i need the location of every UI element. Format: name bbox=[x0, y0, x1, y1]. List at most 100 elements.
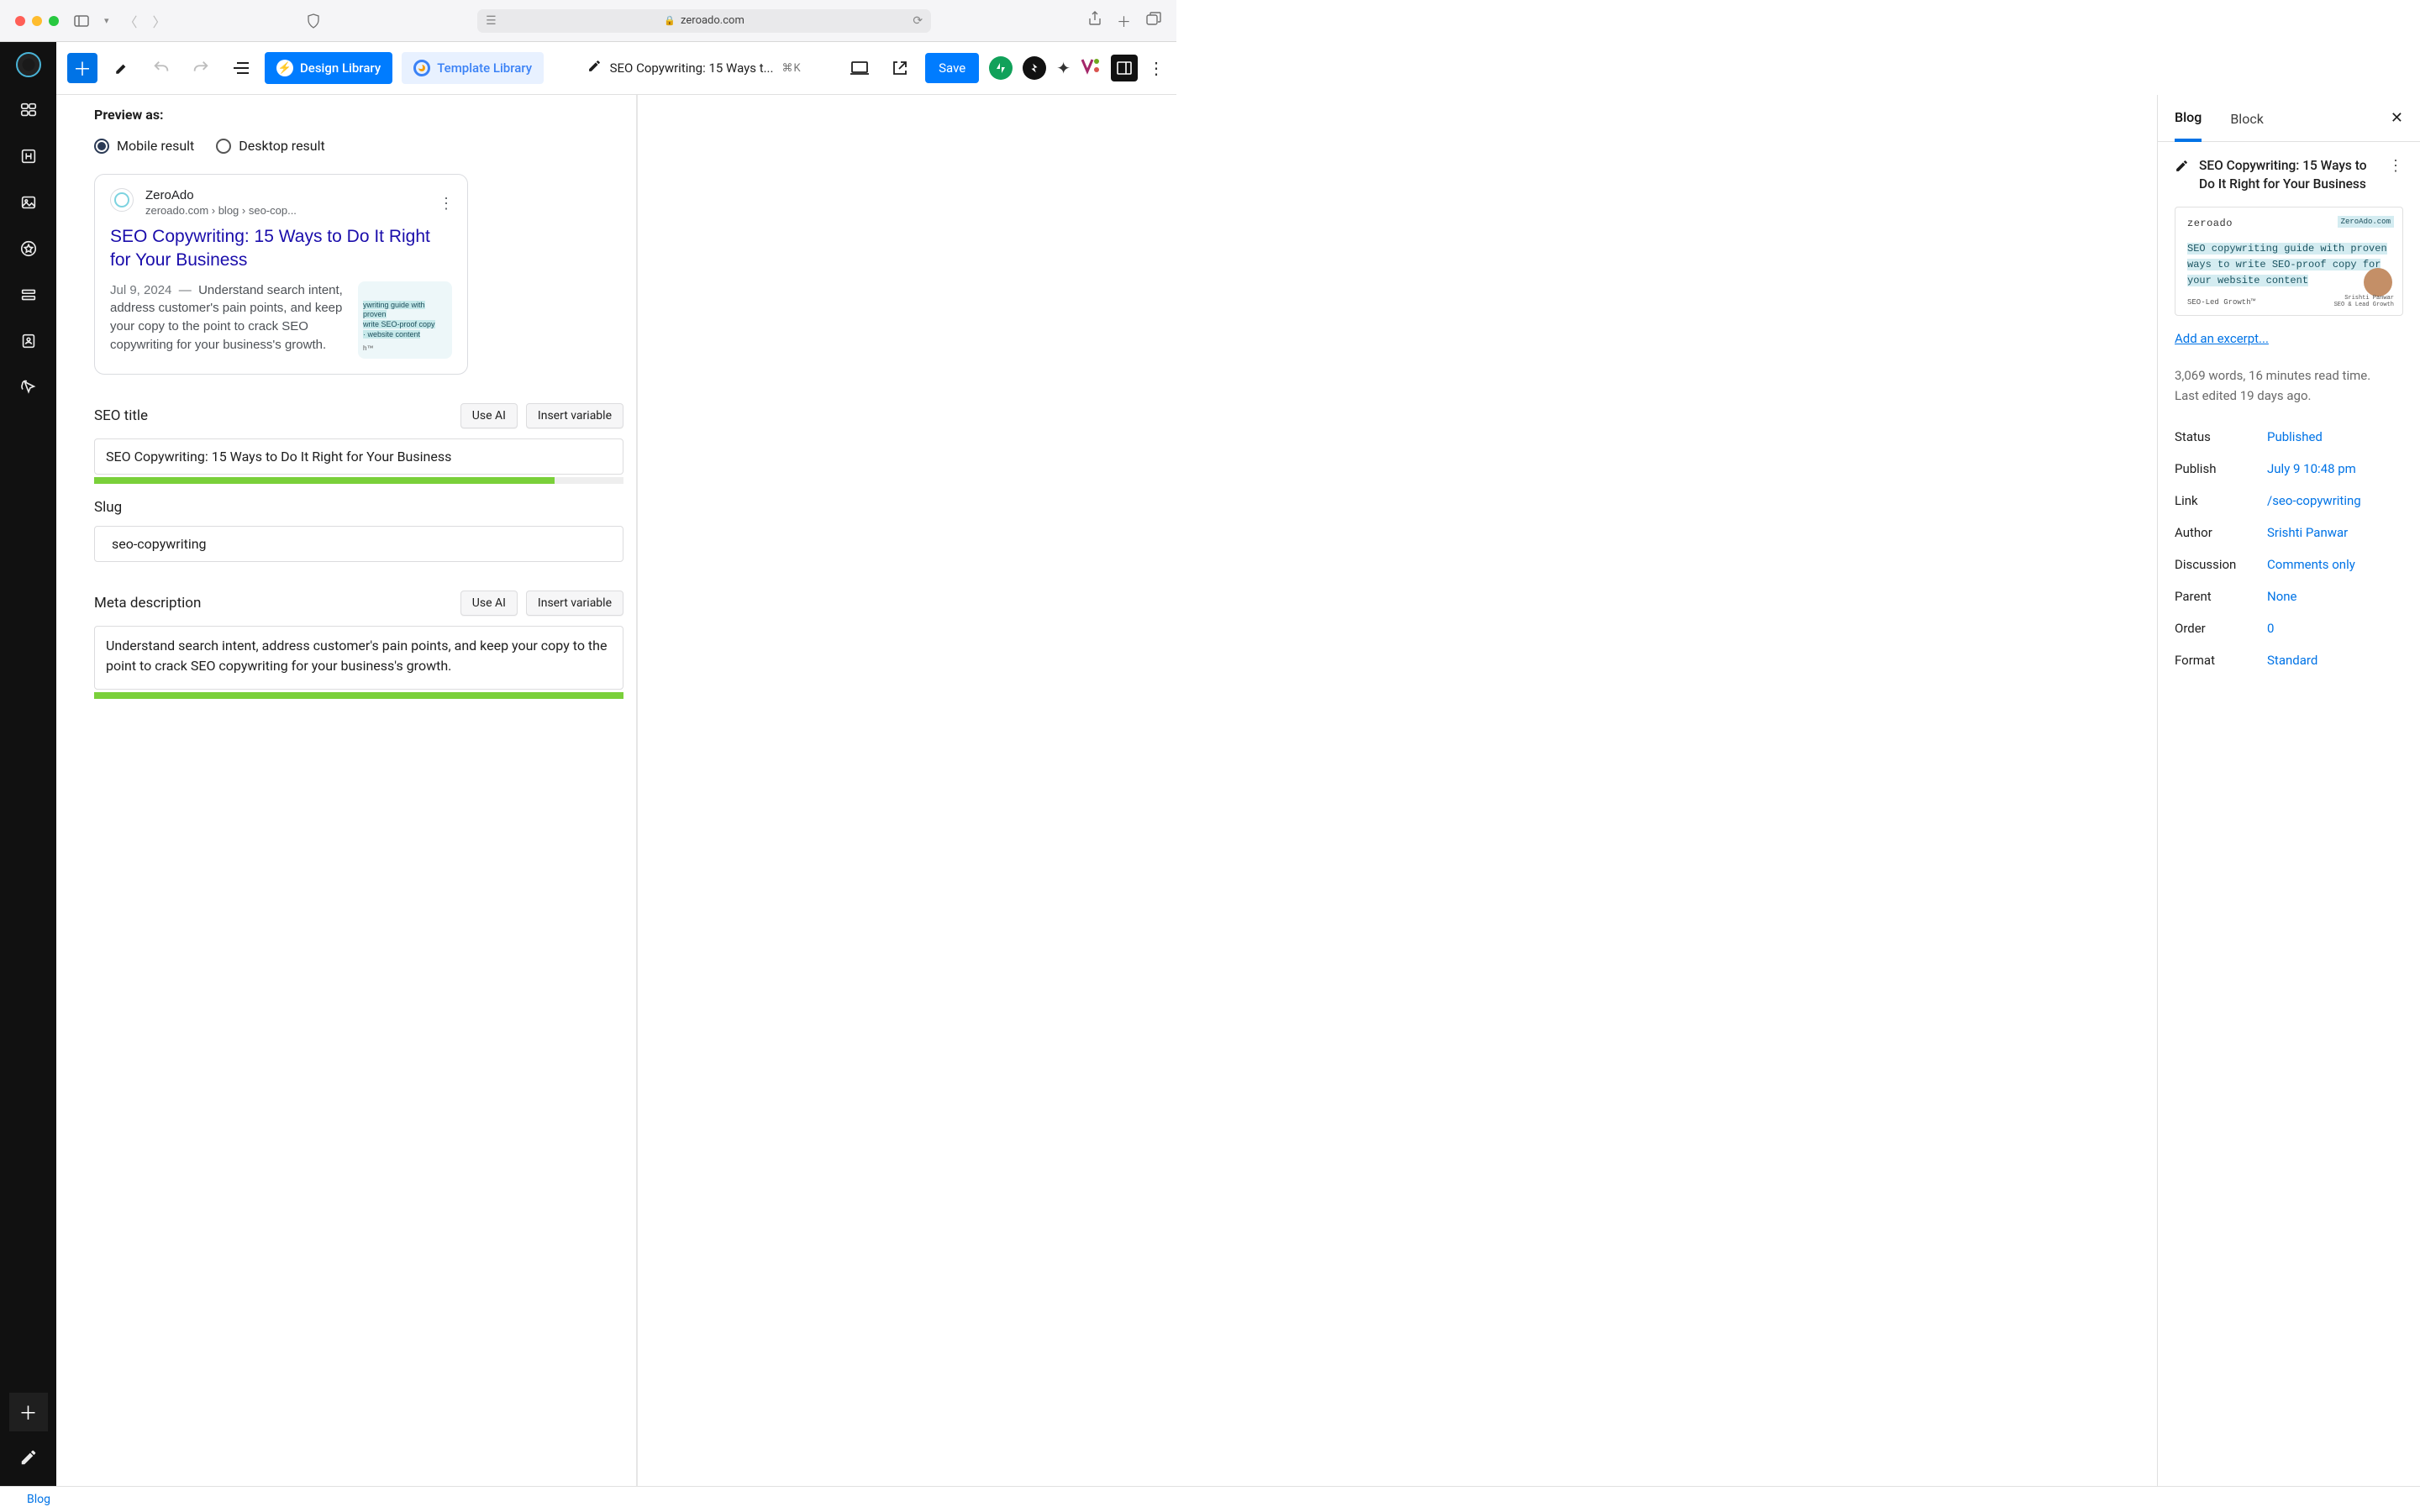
template-library-label: Template Library bbox=[437, 60, 532, 76]
meta-insert-variable-button[interactable]: Insert variable bbox=[526, 591, 623, 616]
desktop-preview-icon[interactable] bbox=[844, 53, 875, 83]
yoast-icon[interactable] bbox=[1081, 58, 1101, 79]
shield-icon[interactable] bbox=[307, 13, 320, 29]
reader-icon[interactable]: ☰ bbox=[486, 14, 497, 28]
tab-blog[interactable]: Blog bbox=[2175, 94, 2202, 142]
more-options-icon[interactable]: ⋮ bbox=[1148, 58, 1165, 78]
chevron-down-icon[interactable]: ▾ bbox=[104, 15, 109, 26]
window-minimize[interactable] bbox=[32, 16, 42, 26]
sidebar-post-actions-icon[interactable]: ⋮ bbox=[2388, 157, 2403, 175]
featured-tag: ZeroAdo.com bbox=[2338, 216, 2394, 228]
tab-block[interactable]: Block bbox=[2230, 96, 2263, 140]
template-library-button[interactable]: Template Library bbox=[402, 52, 544, 84]
link-key: Link bbox=[2175, 493, 2259, 508]
seo-title-progress bbox=[94, 477, 623, 484]
design-library-label: Design Library bbox=[300, 60, 381, 76]
redo-icon[interactable] bbox=[186, 53, 216, 83]
publish-value[interactable]: July 9 10:48 pm bbox=[2267, 461, 2403, 476]
sidebar-post-title: SEO Copywriting: 15 Ways to Do It Right … bbox=[2199, 157, 2378, 193]
meta-desc-progress-fill bbox=[94, 692, 623, 699]
slug-label: Slug bbox=[94, 499, 674, 516]
window-maximize[interactable] bbox=[49, 16, 59, 26]
serp-favicon-icon bbox=[110, 188, 134, 212]
document-title[interactable]: SEO Copywriting: 15 Ways t... ⌘K bbox=[553, 59, 835, 77]
outline-icon[interactable] bbox=[225, 53, 255, 83]
rail-edit-icon[interactable] bbox=[19, 1448, 38, 1471]
sidebar-close-icon[interactable]: ✕ bbox=[2391, 109, 2403, 127]
external-link-icon[interactable] bbox=[885, 53, 915, 83]
seo-title-insert-variable-button[interactable]: Insert variable bbox=[526, 403, 623, 428]
slug-input[interactable]: seo-copywriting bbox=[94, 526, 623, 562]
add-excerpt-link[interactable]: Add an excerpt... bbox=[2175, 331, 2269, 346]
rail-image-icon[interactable] bbox=[19, 193, 38, 216]
featured-image-preview[interactable]: zeroado ZeroAdo.com SEO copywriting guid… bbox=[2175, 207, 2403, 316]
preview-as-label: Preview as: bbox=[94, 107, 674, 123]
share-icon[interactable] bbox=[1088, 11, 1102, 30]
new-tab-icon[interactable]: ＋ bbox=[1117, 10, 1131, 31]
sidebar-toggle-icon[interactable] bbox=[74, 15, 89, 27]
serp-title: SEO Copywriting: 15 Ways to Do It Right … bbox=[110, 225, 452, 273]
address-bar[interactable]: ☰ 🔒 zeroado.com ⟳ bbox=[477, 9, 931, 33]
status-value[interactable]: Published bbox=[2267, 429, 2403, 444]
sidebar-tabs: Blog Block ✕ bbox=[2158, 95, 2420, 142]
save-button[interactable]: Save bbox=[925, 53, 979, 83]
rail-form-icon[interactable] bbox=[19, 286, 38, 308]
serp-url-breadcrumb: zeroado.com › blog › seo-cop... bbox=[145, 204, 297, 217]
desktop-result-label: Desktop result bbox=[239, 138, 324, 154]
serp-description: Jul 9, 2024 — Understand search intent, … bbox=[110, 281, 346, 359]
design-library-button[interactable]: ⚡ Design Library bbox=[265, 52, 392, 84]
undo-icon[interactable] bbox=[146, 53, 176, 83]
admin-rail: ＋ bbox=[0, 42, 56, 1486]
edit-mode-icon[interactable] bbox=[107, 53, 137, 83]
serp-more-icon[interactable]: ⋮ bbox=[439, 195, 454, 213]
lock-icon: 🔒 bbox=[664, 15, 676, 26]
rail-star-icon[interactable] bbox=[19, 239, 38, 262]
meta-use-ai-button[interactable]: Use AI bbox=[460, 591, 518, 616]
serp-preview-card: ⋮ ZeroAdo zeroado.com › blog › seo-cop..… bbox=[94, 174, 468, 375]
workspace: Preview as: Mobile result Desktop result… bbox=[56, 95, 2420, 1486]
format-value[interactable]: Standard bbox=[2267, 653, 2403, 668]
discussion-key: Discussion bbox=[2175, 557, 2259, 572]
publish-key: Publish bbox=[2175, 461, 2259, 476]
rail-contact-icon[interactable] bbox=[19, 332, 38, 354]
settings-sidebar: Blog Block ✕ SEO Copywriting: 15 Ways to… bbox=[2157, 95, 2420, 1486]
serp-date: Jul 9, 2024 bbox=[110, 283, 171, 297]
settings-sidebar-toggle[interactable] bbox=[1111, 55, 1138, 81]
meta-desc-input[interactable]: Understand search intent, address custom… bbox=[94, 626, 623, 690]
parent-value[interactable]: None bbox=[2267, 589, 2403, 604]
discussion-value[interactable]: Comments only bbox=[2267, 557, 2403, 572]
add-block-button[interactable]: ＋ bbox=[67, 53, 97, 83]
featured-avatar-icon bbox=[2364, 268, 2392, 297]
breadcrumb-blog[interactable]: Blog bbox=[27, 1493, 50, 1506]
format-key: Format bbox=[2175, 653, 2259, 668]
nav-forward-icon[interactable]: 〉 bbox=[153, 11, 166, 31]
mobile-result-option[interactable]: Mobile result bbox=[94, 138, 194, 154]
author-key: Author bbox=[2175, 525, 2259, 540]
plugin-badge-icon[interactable] bbox=[1023, 56, 1046, 80]
jetpack-icon[interactable] bbox=[989, 56, 1013, 80]
tabs-icon[interactable] bbox=[1146, 12, 1161, 29]
nav-back-icon[interactable]: 〈 bbox=[124, 11, 138, 31]
seo-title-use-ai-button[interactable]: Use AI bbox=[460, 403, 518, 428]
meta-desc-progress bbox=[94, 692, 623, 699]
link-value[interactable]: /seo-copywriting bbox=[2267, 493, 2403, 508]
sidebar-stats: 3,069 words, 16 minutes read time. Last … bbox=[2175, 366, 2403, 406]
pencil-icon bbox=[587, 59, 602, 77]
desktop-result-option[interactable]: Desktop result bbox=[216, 138, 324, 154]
rail-cursor-icon[interactable] bbox=[19, 378, 38, 401]
seo-title-input[interactable]: SEO Copywriting: 15 Ways to Do It Right … bbox=[94, 438, 623, 475]
radio-unchecked-icon bbox=[216, 139, 231, 154]
reload-icon[interactable]: ⟳ bbox=[913, 14, 923, 28]
site-logo-icon[interactable] bbox=[16, 52, 41, 77]
editor-toolbar: ＋ ⚡ Design Library Template Library SEO … bbox=[0, 42, 1176, 95]
rail-add-button[interactable]: ＋ bbox=[9, 1393, 48, 1431]
author-value[interactable]: Srishti Panwar bbox=[2267, 525, 2403, 540]
rail-dashboard-icon[interactable] bbox=[19, 101, 38, 123]
order-value[interactable]: 0 bbox=[2267, 621, 2403, 636]
rail-heading-icon[interactable] bbox=[19, 147, 38, 170]
window-close[interactable] bbox=[15, 16, 25, 26]
featured-signature: Srishti Panwar SEO & Lead Growth bbox=[2334, 295, 2394, 308]
ai-sparkle-icon[interactable]: ✦ bbox=[1056, 58, 1071, 78]
bolt-icon: ⚡ bbox=[276, 60, 293, 76]
serp-thumbnail: ywriting guide with proven write SEO-pro… bbox=[358, 281, 452, 359]
